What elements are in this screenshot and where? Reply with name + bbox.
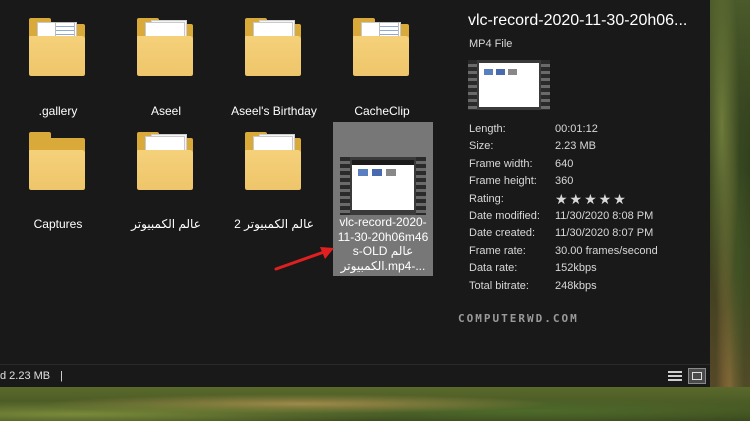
property-key: Data rate: [469, 262, 518, 275]
file-explorer-window: .gallery Aseel Aseel's Birthday CacheCli… [0, 0, 710, 387]
property-frame-rate: Frame rate: 30.00 frames/second [469, 243, 707, 260]
folder-label: Captures [33, 217, 83, 231]
folder-item-captures[interactable]: Captures [6, 124, 110, 234]
folder-label: Aseel [150, 104, 182, 118]
status-bar: d 2.23 MB | [0, 364, 710, 387]
property-key: Length: [469, 123, 506, 135]
video-file-icon [340, 157, 426, 215]
folder-icon [245, 132, 301, 190]
watermark: COMPUTERWD.COM [458, 312, 579, 325]
details-properties: Length: 00:01:12 Size: 2.23 MB Frame width… [469, 121, 707, 295]
rating-stars[interactable]: ★★★★★ [555, 191, 628, 208]
folder-label: .gallery [38, 104, 78, 118]
details-pane: vlc-record-2020-11-30-20h06... MP4 File … [452, 0, 710, 362]
property-value: 248kbps [555, 279, 597, 292]
video-label-line: الكمبيوتر.mp4-... [340, 258, 426, 273]
property-rating: Rating: ★★★★★ [469, 191, 707, 208]
details-view-icon[interactable] [666, 368, 684, 384]
details-title: vlc-record-2020-11-30-20h06... [468, 12, 688, 29]
status-separator: | [60, 370, 63, 382]
property-key: Total bitrate: [469, 279, 529, 292]
desktop: .gallery Aseel Aseel's Birthday CacheCli… [0, 0, 750, 421]
folder-icon [29, 18, 85, 76]
property-value: 360 [555, 175, 574, 188]
video-item-vlc-record[interactable]: vlc-record-2020- 11-30-20h06m46 s-OLD عا… [333, 122, 433, 276]
large-icons-view-icon[interactable] [688, 368, 706, 384]
property-key: Frame rate: [469, 244, 526, 257]
folder-item-gallery[interactable]: .gallery [6, 8, 110, 118]
property-value: 11/30/2020 8:07 PM [555, 227, 654, 240]
video-label: vlc-record-2020- 11-30-20h06m46 s-OLD عا… [333, 215, 433, 273]
property-key: Size: [469, 140, 494, 153]
video-label-line: 11-30-20h06m46 [337, 229, 429, 244]
folder-icon [137, 18, 193, 76]
property-key: Rating: [469, 192, 504, 205]
property-data-rate: Data rate: 152kbps [469, 260, 707, 277]
status-selection-size: d 2.23 MB [0, 370, 51, 382]
folder-icon [29, 132, 85, 190]
folder-item-computer-world-2[interactable]: عالم الكمبيوتر 2 [222, 124, 326, 234]
property-date-modified: Date modified: 11/30/2020 8:08 PM [469, 208, 707, 225]
property-frame-width: Frame width: 640 [469, 156, 707, 173]
folder-item-computer-world[interactable]: عالم الكمبيوتر [114, 124, 218, 234]
folder-item-aseels-birthday[interactable]: Aseel's Birthday [222, 8, 326, 118]
property-length: Length: 00:01:12 [469, 121, 707, 138]
property-total-bitrate: Total bitrate: 248kbps [469, 278, 707, 295]
folder-icon [353, 18, 409, 76]
video-label-line: s-OLD عالم [352, 244, 414, 258]
desktop-wallpaper-bottom [0, 387, 750, 421]
property-value: 152kbps [555, 262, 597, 275]
property-date-created: Date created: 11/30/2020 8:07 PM [469, 225, 707, 242]
red-arrow-annotation [274, 247, 334, 271]
folder-label: CacheClip [354, 104, 410, 118]
property-key: Date modified: [469, 209, 540, 222]
property-value: 11/30/2020 8:08 PM [555, 209, 654, 222]
file-list: .gallery Aseel Aseel's Birthday CacheCli… [0, 0, 452, 362]
folder-label: عالم الكمبيوتر 2 [234, 217, 314, 231]
property-value: 2.23 MB [555, 140, 596, 153]
folder-item-aseel[interactable]: Aseel [114, 8, 218, 118]
details-file-type: MP4 File [469, 38, 513, 50]
property-frame-height: Frame height: 360 [469, 173, 707, 190]
video-label-line: vlc-record-2020- [339, 215, 427, 229]
folder-icon [245, 18, 301, 76]
property-key: Frame height: [469, 175, 537, 188]
details-thumbnail [468, 60, 550, 110]
desktop-wallpaper [710, 0, 750, 421]
property-value: 00:01:12 [555, 123, 598, 135]
folder-label: عالم الكمبيوتر [131, 217, 201, 231]
property-value: 30.00 frames/second [555, 244, 658, 257]
property-size: Size: 2.23 MB [469, 138, 707, 155]
folder-label: Aseel's Birthday [231, 104, 317, 118]
property-key: Date created: [469, 227, 536, 240]
folder-item-cacheclip[interactable]: CacheClip [330, 8, 434, 118]
folder-icon [137, 132, 193, 190]
property-value: 640 [555, 157, 574, 170]
property-key: Frame width: [469, 157, 533, 170]
